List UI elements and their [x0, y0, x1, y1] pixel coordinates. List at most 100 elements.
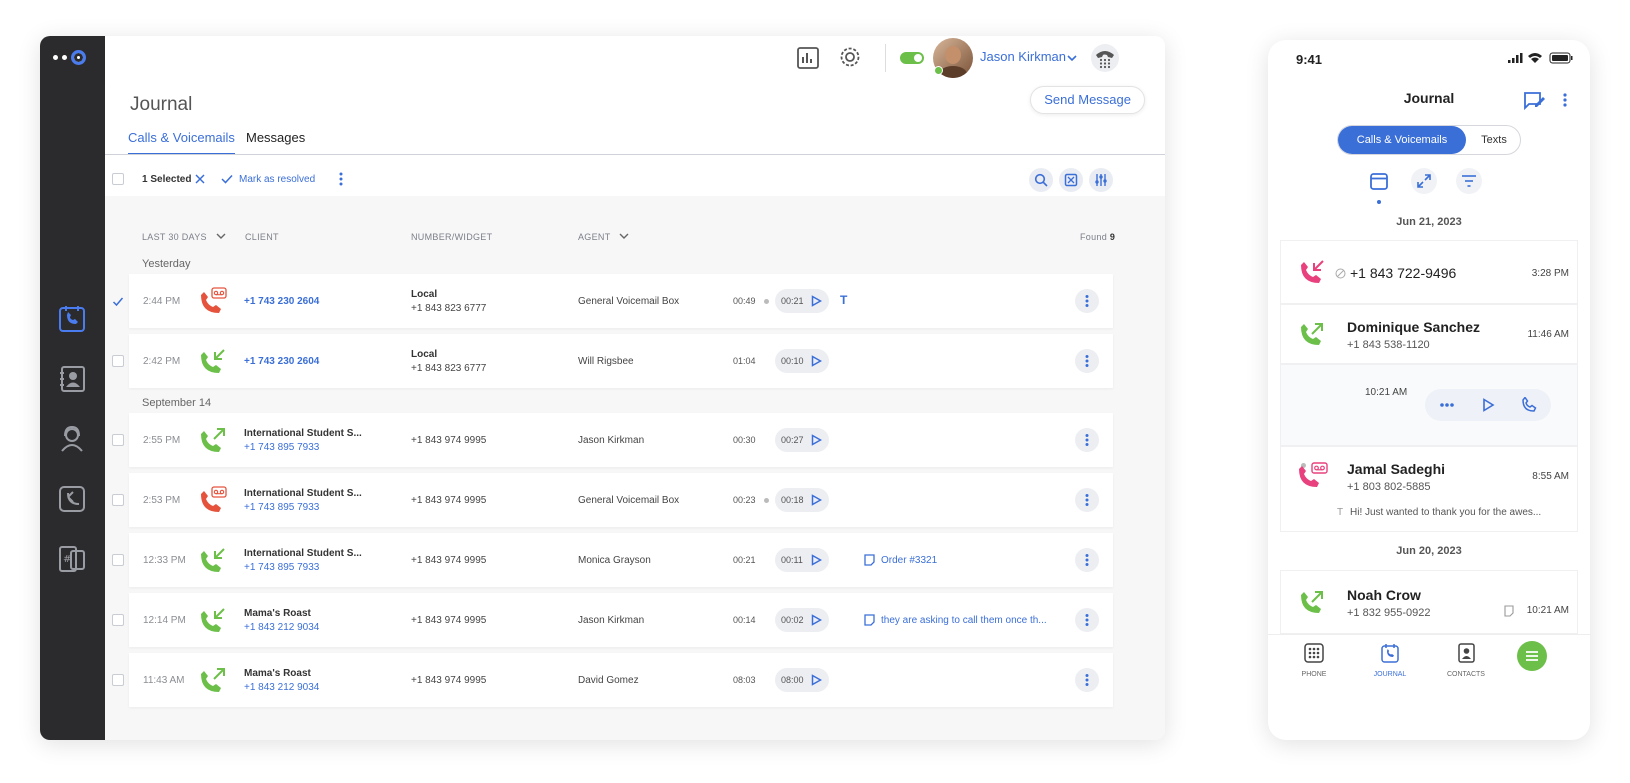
- found-label: Found: [1080, 232, 1108, 242]
- playback-button[interactable]: 00:11: [775, 548, 829, 572]
- journal-icon[interactable]: [57, 304, 87, 334]
- playback-button[interactable]: 08:00: [775, 668, 829, 692]
- client-name[interactable]: International Student S...: [244, 428, 362, 439]
- col-agent-filter[interactable]: AGENT: [578, 232, 629, 242]
- call-note[interactable]: Order #3321: [864, 554, 937, 566]
- play-icon[interactable]: [1481, 398, 1495, 412]
- note-icon: [1504, 605, 1514, 617]
- playback-button[interactable]: 00:10: [775, 349, 829, 373]
- row-checkbox[interactable]: [112, 295, 124, 307]
- analytics-icon[interactable]: [796, 46, 820, 70]
- call-note[interactable]: they are asking to call them once th...: [864, 614, 1047, 626]
- playback-duration: 08:00: [781, 675, 804, 685]
- row-actions-button[interactable]: [1075, 488, 1099, 512]
- app-logo: [53, 50, 86, 65]
- call-list-item[interactable]: Dominique Sanchez +1 843 538-1120 11:46 …: [1280, 304, 1578, 364]
- call-flow-icon[interactable]: [57, 484, 87, 514]
- client-name[interactable]: Mama's Roast: [244, 668, 311, 679]
- row-actions-button[interactable]: [1075, 289, 1099, 313]
- playback-button[interactable]: 00:18: [775, 488, 829, 512]
- numbers-icon[interactable]: #: [57, 544, 87, 574]
- kebab-menu-icon: [1085, 295, 1089, 307]
- more-actions-icon[interactable]: [338, 171, 344, 187]
- client-number[interactable]: +1 843 212 9034: [244, 622, 319, 633]
- table-row[interactable]: 2:53 PM International Student S... +1 743 …: [129, 473, 1113, 527]
- action-pill: [1425, 389, 1551, 421]
- client-number[interactable]: +1 743 895 7933: [244, 562, 319, 573]
- select-all-checkbox[interactable]: [112, 173, 124, 185]
- voicemail-list-item[interactable]: Jamal Sadeghi +1 803 802-5885 8:55 AM T …: [1280, 446, 1578, 532]
- table-row[interactable]: 12:14 PM Mama's Roast +1 843 212 9034 +1 84…: [129, 593, 1113, 647]
- menu-fab[interactable]: [1517, 641, 1547, 671]
- missed-call-icon: [1301, 260, 1324, 283]
- client-number[interactable]: +1 843 212 9034: [244, 682, 319, 693]
- row-actions-button[interactable]: [1075, 548, 1099, 572]
- row-actions-button[interactable]: [1075, 349, 1099, 373]
- contacts-icon[interactable]: [57, 364, 87, 394]
- table-row[interactable]: 12:33 PM International Student S... +1 743…: [129, 533, 1113, 587]
- calendar-icon[interactable]: [1369, 171, 1389, 191]
- incoming-call-icon: [201, 349, 225, 373]
- table-row[interactable]: 2:44 PM +1 743 230 2604 Local +1 843 823 67…: [129, 274, 1113, 328]
- client-name[interactable]: Mama's Roast: [244, 608, 311, 619]
- row-actions-button[interactable]: [1075, 608, 1099, 632]
- filters-button[interactable]: [1089, 168, 1113, 192]
- call-back-icon[interactable]: [1521, 397, 1537, 413]
- client-number[interactable]: +1 743 895 7933: [244, 502, 319, 513]
- segment-calls-voicemails[interactable]: Calls & Voicemails: [1338, 126, 1466, 154]
- voicemail-icon: [1299, 462, 1328, 487]
- compose-message-icon[interactable]: [1523, 91, 1545, 111]
- more-options-icon[interactable]: [1562, 92, 1568, 108]
- filter-button[interactable]: [1456, 168, 1482, 194]
- tab-messages[interactable]: Messages: [246, 130, 305, 145]
- col-date-filter[interactable]: LAST 30 DAYS: [142, 232, 226, 242]
- row-checkbox[interactable]: [112, 554, 124, 566]
- row-checkbox[interactable]: [112, 614, 124, 626]
- user-name[interactable]: Jason Kirkman: [980, 49, 1066, 64]
- playback-button[interactable]: 00:02: [775, 608, 829, 632]
- tab-calls-voicemails[interactable]: Calls & Voicemails: [128, 130, 235, 155]
- playback-button[interactable]: 00:27: [775, 428, 829, 452]
- row-checkbox[interactable]: [112, 494, 124, 506]
- clear-selection-icon[interactable]: [195, 174, 205, 184]
- nav-contacts[interactable]: CONTACTS: [1436, 635, 1496, 685]
- send-message-button[interactable]: Send Message: [1030, 86, 1145, 114]
- number-value: +1 843 974 9995: [411, 555, 487, 566]
- note-icon: [864, 614, 875, 626]
- row-checkbox[interactable]: [112, 674, 124, 686]
- export-button[interactable]: [1059, 168, 1083, 192]
- row-checkbox[interactable]: [112, 355, 124, 367]
- number-label: Local: [411, 349, 438, 360]
- table-row[interactable]: 2:55 PM International Student S... +1 743 …: [129, 413, 1113, 467]
- nav-journal[interactable]: JOURNAL: [1360, 635, 1420, 685]
- direction-filter-button[interactable]: [1411, 168, 1437, 194]
- client-number[interactable]: +1 743 230 2604: [244, 296, 319, 307]
- more-icon[interactable]: [1439, 402, 1455, 408]
- client-name[interactable]: International Student S...: [244, 488, 362, 499]
- row-actions-button[interactable]: [1075, 668, 1099, 692]
- mark-resolved-button[interactable]: Mark as resolved: [239, 174, 315, 185]
- nav-phone[interactable]: PHONE: [1284, 635, 1344, 685]
- row-checkbox[interactable]: [112, 434, 124, 446]
- client-number[interactable]: +1 743 895 7933: [244, 442, 319, 453]
- chevron-down-icon[interactable]: [1066, 52, 1078, 64]
- client-number[interactable]: +1 743 230 2604: [244, 356, 319, 367]
- table-row[interactable]: 11:43 AM Mama's Roast +1 843 212 9034 +1 84…: [129, 653, 1113, 707]
- contact-name: Jamal Sadeghi: [1347, 461, 1446, 477]
- client-name[interactable]: International Student S...: [244, 548, 362, 559]
- search-button[interactable]: [1029, 168, 1053, 192]
- availability-toggle[interactable]: [900, 52, 924, 64]
- transcript-icon[interactable]: T: [840, 293, 847, 307]
- search-icon: [1034, 173, 1048, 187]
- agent-headset-icon[interactable]: [57, 424, 87, 454]
- playback-button[interactable]: 00:21: [775, 289, 829, 313]
- settings-gear-icon[interactable]: [838, 45, 862, 69]
- dialpad-icon[interactable]: [1090, 43, 1120, 73]
- call-time: 12:33 PM: [143, 555, 186, 566]
- segment-texts[interactable]: Texts: [1466, 126, 1522, 154]
- call-list-item[interactable]: Noah Crow +1 832 955-0922 10:21 AM: [1280, 570, 1578, 634]
- call-list-item[interactable]: +1 843 722-9496 3:28 PM: [1280, 240, 1578, 304]
- agent-name: General Voicemail Box: [578, 296, 680, 307]
- row-actions-button[interactable]: [1075, 428, 1099, 452]
- table-row[interactable]: 2:42 PM +1 743 230 2604 Local +1 843 823 67…: [129, 334, 1113, 388]
